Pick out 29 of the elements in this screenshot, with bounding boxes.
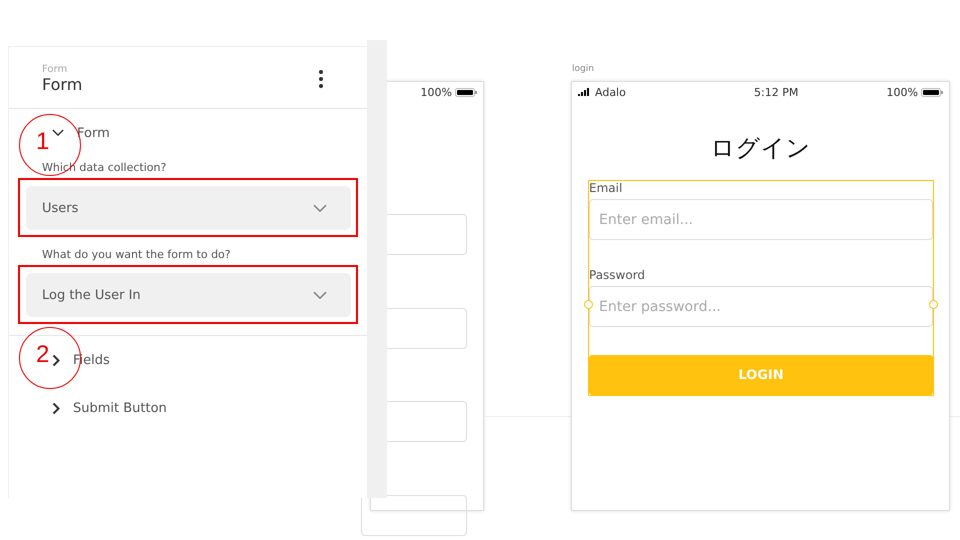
field-label: Password xyxy=(589,268,646,282)
resize-handle[interactable] xyxy=(584,300,593,309)
carrier-text: Adalo xyxy=(595,86,626,98)
annotation-number: 2 xyxy=(36,341,50,369)
resize-handle[interactable] xyxy=(929,300,938,309)
screen-title: ログイン xyxy=(710,133,812,164)
section-header[interactable]: Submit Button xyxy=(52,384,167,432)
section-header[interactable]: Form xyxy=(52,109,110,157)
chevron-right-icon xyxy=(52,402,60,414)
dropdown[interactable]: Log the User In xyxy=(26,273,351,317)
chevron-down-icon xyxy=(313,290,327,300)
field-label: Email xyxy=(589,181,624,195)
chevron-down-icon xyxy=(313,204,327,212)
battery-icon xyxy=(455,88,477,96)
input-field[interactable]: Enter password... xyxy=(589,286,933,327)
signal-icon xyxy=(578,88,592,96)
dropdown[interactable]: Users xyxy=(26,186,351,230)
chevron-right-icon xyxy=(52,354,60,366)
field-label: What do you want the form to do? xyxy=(41,248,232,261)
input-field[interactable]: Enter email... xyxy=(589,199,933,240)
panel-subtitle: Form xyxy=(42,64,68,74)
chevron-down-icon xyxy=(52,129,64,137)
battery-text: 100% xyxy=(420,86,452,98)
screen-name: login xyxy=(572,64,594,74)
annotation-number: 1 xyxy=(36,128,50,156)
battery-icon xyxy=(921,88,943,96)
battery-text: 100% xyxy=(886,86,918,98)
panel-title: Form xyxy=(42,74,82,94)
status-time: 5:12 PM xyxy=(754,86,798,98)
